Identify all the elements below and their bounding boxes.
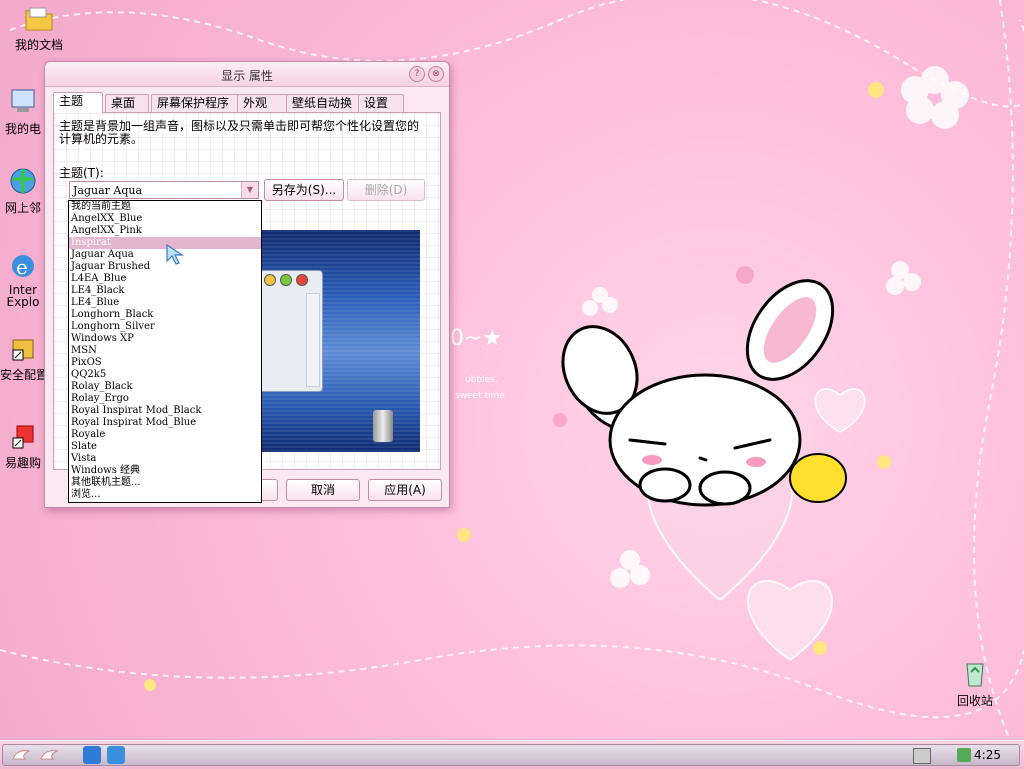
dropdown-item[interactable]: MSN xyxy=(69,345,261,357)
chevron-down-icon[interactable]: ▼ xyxy=(241,182,258,198)
taskbar: 4:25 xyxy=(0,740,1024,769)
tab-settings[interactable]: 设置 xyxy=(358,94,404,112)
clock[interactable]: 4:25 xyxy=(974,748,1001,762)
network-tray-icon[interactable] xyxy=(957,748,971,762)
desktop-icon-label: 安全配置 xyxy=(0,368,46,382)
keyboard-icon[interactable] xyxy=(913,748,931,764)
wings-icon xyxy=(12,750,59,760)
delete-button[interactable]: 删除(D) xyxy=(347,179,425,201)
ie-quicklaunch-icon[interactable] xyxy=(83,746,101,764)
taskbar-strip: 4:25 xyxy=(2,744,1020,766)
dropdown-item[interactable]: Royale xyxy=(69,429,261,441)
window-title: 显示 属性 xyxy=(221,69,273,83)
save-as-button[interactable]: 另存为(S)... xyxy=(264,179,344,201)
close-button[interactable]: ⊗ xyxy=(428,66,444,82)
svg-text:e: e xyxy=(16,255,28,279)
wallpaper-subtext-1: ubbles. xyxy=(465,375,498,385)
apply-button[interactable]: 应用(A) xyxy=(368,479,442,501)
theme-select-value: Jaguar Aqua xyxy=(73,184,143,197)
desktop-icon-internet-explorer[interactable]: e Inter Explo xyxy=(0,250,46,308)
dropdown-item[interactable]: 浏览... xyxy=(69,489,261,501)
dropdown-item[interactable]: LE4_Blue xyxy=(69,297,261,309)
theme-select[interactable]: Jaguar Aqua ▼ xyxy=(69,181,259,199)
title-bar[interactable]: 显示 属性 ? ⊗ xyxy=(45,62,449,87)
desktop-icon-label: 我的电 xyxy=(4,122,41,136)
dropdown-item[interactable]: Longhorn_Silver xyxy=(69,321,261,333)
desktop-icon-label: Inter Explo xyxy=(6,284,40,308)
desktop-icon-security[interactable]: 安全配置 xyxy=(0,332,46,383)
desktop-icon-my-computer[interactable]: 我的电 xyxy=(0,86,46,137)
theme-description: 主题是背景加一组声音，图标以及只需单击即可帮您个性化设置您的计算机的元素。 xyxy=(59,119,420,146)
dropdown-item[interactable]: Slate xyxy=(69,441,261,453)
desktop-icon-network[interactable]: 网上邻 xyxy=(0,165,46,216)
dropdown-item[interactable]: Royal Inspirat Mod_Blue xyxy=(69,417,261,429)
dropdown-item[interactable]: Windows XP xyxy=(69,333,261,345)
minimize-dot-icon xyxy=(264,274,276,286)
theme-label: 主题(T): xyxy=(59,166,104,180)
help-button[interactable]: ? xyxy=(409,66,425,82)
tab-desktop[interactable]: 桌面 xyxy=(105,94,149,112)
dropdown-item[interactable]: Jaguar Aqua xyxy=(69,249,261,261)
desktop-icon-label: 我的文档 xyxy=(14,38,63,52)
wallpaper-subtext-2: sweet time xyxy=(455,391,505,401)
desktop-icon-label: 易趣购 xyxy=(4,456,41,470)
cancel-button[interactable]: 取消 xyxy=(286,479,360,501)
dropdown-item[interactable]: Rolay_Ergo xyxy=(69,393,261,405)
tab-screensaver[interactable]: 屏幕保护程序 xyxy=(151,94,243,112)
dropdown-item[interactable]: Longhorn_Black xyxy=(69,309,261,321)
network-icon xyxy=(7,165,39,197)
dropdown-item[interactable]: L4EA_Blue xyxy=(69,273,261,285)
dropdown-item[interactable]: Inspirat xyxy=(69,237,261,249)
desktop: { "desktop_icons": [ {"label": "我的文档", "… xyxy=(0,0,1024,769)
dropdown-item[interactable]: Rolay_Black xyxy=(69,381,261,393)
close-dot-icon xyxy=(296,274,308,286)
tab-appearance[interactable]: 外观 xyxy=(237,94,289,112)
desktop-icon-eachnet[interactable]: 易趣购 xyxy=(0,420,46,471)
recycle-bin-icon xyxy=(959,658,991,690)
security-icon xyxy=(7,332,39,364)
desktop-icon-label: 回收站 xyxy=(956,694,993,708)
dropdown-item[interactable]: PixOS xyxy=(69,357,261,369)
preview-window xyxy=(259,270,323,392)
dropdown-item[interactable]: 其他联机主题... xyxy=(69,477,261,489)
wallpaper-text: 0~★ xyxy=(450,326,502,351)
computer-icon xyxy=(7,86,39,118)
shortcut-icon xyxy=(7,420,39,452)
preview-scrollbar xyxy=(306,293,320,387)
start-button[interactable] xyxy=(7,747,67,763)
dropdown-item[interactable]: AngelXX_Pink xyxy=(69,225,261,237)
zoom-dot-icon xyxy=(280,274,292,286)
desktop-icon-label: 网上邻 xyxy=(4,201,41,215)
dropdown-item[interactable]: Vista xyxy=(69,453,261,465)
window-quicklaunch-icon[interactable] xyxy=(107,746,125,764)
tab-themes[interactable]: 主题 xyxy=(53,92,103,113)
trash-can-icon xyxy=(373,410,393,442)
dropdown-item[interactable]: QQ2k5 xyxy=(69,369,261,381)
dropdown-item[interactable]: Royal Inspirat Mod_Black xyxy=(69,405,261,417)
desktop-icon-my-documents[interactable]: 我的文档 xyxy=(4,2,74,53)
theme-dropdown-list[interactable]: 我的当前主题 AngelXX_Blue AngelXX_Pink Inspirat Ja… xyxy=(68,200,262,503)
dropdown-item[interactable]: Jaguar Brushed xyxy=(69,261,261,273)
folder-icon xyxy=(23,2,55,34)
dropdown-item[interactable]: AngelXX_Blue xyxy=(69,213,261,225)
desktop-icon-recycle-bin[interactable]: 回收站 xyxy=(940,658,1010,709)
dropdown-item[interactable]: LE4_Black xyxy=(69,285,261,297)
ie-icon: e xyxy=(7,250,39,282)
dropdown-item[interactable]: 我的当前主题 xyxy=(69,201,261,213)
dropdown-item[interactable]: Windows 经典 xyxy=(69,465,261,477)
system-tray: 4:25 xyxy=(907,746,1017,764)
tab-wallpaper-changer[interactable]: 壁纸自动换 xyxy=(286,94,364,112)
